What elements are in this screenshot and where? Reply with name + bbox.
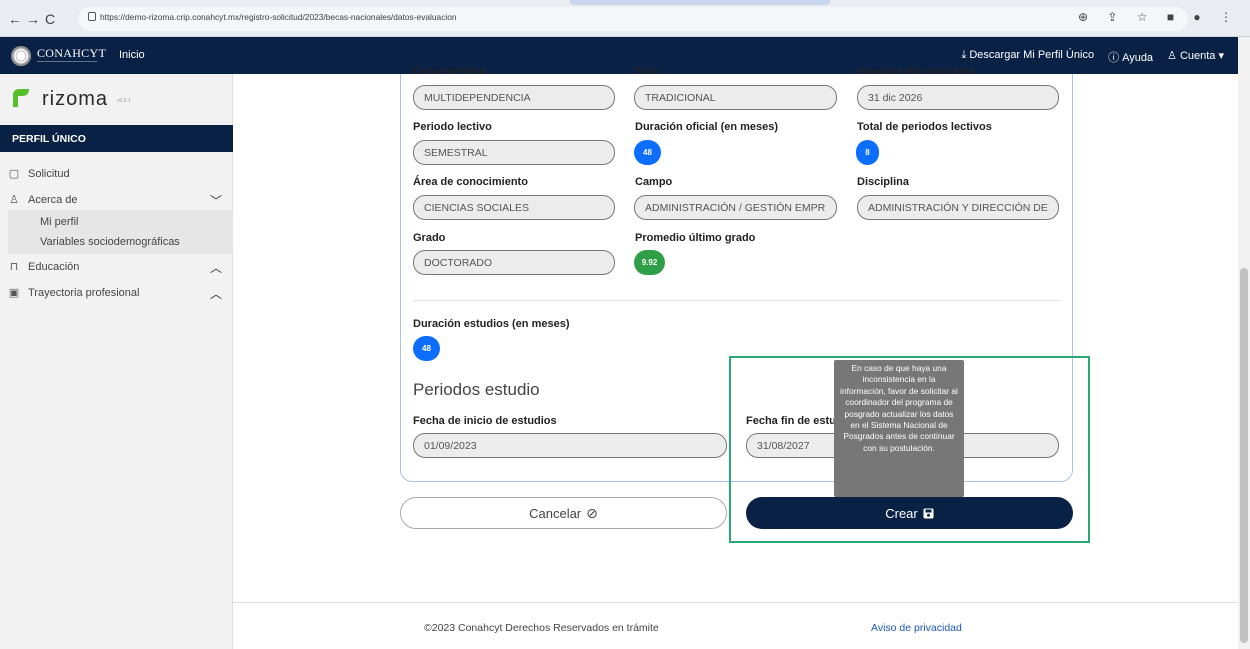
disciplina-field[interactable]: ADMINISTRACIÓN Y DIRECCIÓN DE [857, 195, 1059, 220]
forward-icon[interactable]: → [26, 11, 40, 27]
periodos-estudio-heading: Periodos estudio [413, 380, 540, 399]
rizoma-logo-text: rizoma [42, 88, 109, 110]
active-tab-indicator [570, 0, 830, 5]
prohibited-icon: ⊘ [586, 504, 598, 521]
account-label: Cuenta [1179, 50, 1216, 62]
nav-right-group: ⤓ Descargar Mi Perfil Único ⓘ Ayuda ♙ Cuent… [961, 49, 1224, 65]
tipo-field[interactable]: TRADICIONAL [634, 85, 837, 110]
sidebar-item-label: Solicitud [28, 167, 70, 180]
cancel-button[interactable]: Cancelar ⊘ [400, 497, 727, 529]
chevron-up-icon[interactable]: ︿ [210, 259, 222, 276]
scrollbar-thumb[interactable] [1240, 268, 1248, 643]
sidebar-section-title: PERFIL ÚNICO [0, 125, 233, 152]
sidebar-item-acerca-de[interactable]: ♙ Acerca de [8, 193, 78, 207]
area-label: Área de conocimiento [413, 176, 528, 188]
caracteristica-field[interactable]: MULTIDEPENDENCIA [413, 85, 615, 110]
privacy-link[interactable]: Aviso de privacidad [871, 622, 962, 634]
account-menu[interactable]: ♙ Cuenta ▾ [1167, 49, 1224, 65]
brand-subline [37, 61, 97, 64]
periodo-label: Periodo lectivo [413, 121, 492, 133]
sidebar-item-solicitud[interactable]: ▢ Solicitud [8, 167, 70, 181]
conahcyt-seal-icon[interactable] [11, 46, 31, 66]
duracion-estudios-label: Duración estudios (en meses) [413, 318, 570, 330]
cancel-label: Cancelar [529, 505, 582, 521]
download-profile-link[interactable]: ⤓ Descargar Mi Perfil Único [961, 49, 1094, 65]
person-icon: ♙ [9, 194, 19, 206]
campo-field[interactable]: ADMINISTRACIÓN / GESTIÓN EMPR [634, 195, 837, 220]
nav-home-link[interactable]: Inicio [119, 49, 145, 61]
duracion-oficial-badge: 48 [634, 140, 661, 165]
total-periodos-badge: 8 [856, 140, 879, 165]
chevron-up-icon[interactable]: ︿ [210, 285, 222, 302]
sidebar-item-label: Educación [28, 260, 80, 273]
sidebar-item-label: Acerca de [28, 193, 78, 206]
brand-name[interactable]: CONAHCYT [37, 46, 106, 61]
footer-divider [233, 602, 1238, 603]
browser-toolbar: ← → C https://demo-rizoma.crip.conahcyt.… [0, 0, 1250, 37]
promedio-badge: 9.92 [634, 250, 665, 275]
sidebar [0, 74, 233, 649]
help-link[interactable]: ⓘ Ayuda [1108, 49, 1153, 65]
campo-label: Campo [635, 176, 673, 188]
chevron-down-icon[interactable]: ﹀ [210, 192, 222, 209]
sidebar-item-label: Trayectoria profesional [28, 286, 140, 299]
grado-field[interactable]: DOCTORADO [413, 250, 615, 275]
rizoma-logo-icon [13, 89, 29, 107]
top-navbar: CONAHCYT Inicio ⤓ Descargar Mi Perfil Úni… [0, 37, 1238, 74]
browser-action-icons[interactable]: ⊕ ⇪ ☆ ■ ● ⋮ [1078, 10, 1240, 24]
document-icon: ▢ [8, 168, 20, 180]
back-icon[interactable]: ← [8, 11, 22, 27]
footer-copyright: ©2023 Conahcyt Derechos Reservados en tr… [424, 622, 659, 634]
help-icon: ⓘ [1108, 52, 1120, 64]
sidebar-subitem-mi-perfil[interactable]: Mi perfil [40, 216, 79, 228]
badge-icon: ▣ [8, 287, 20, 299]
periodo-field[interactable]: SEMESTRAL [413, 140, 615, 165]
section-divider [413, 300, 1060, 301]
fecha-inicio-field[interactable]: 01/09/2023 [413, 433, 727, 458]
area-field[interactable]: CIENCIAS SOCIALES [413, 195, 615, 220]
lock-icon [88, 12, 96, 21]
inconsistency-tooltip: En caso de que haya una inconsistencia e… [834, 360, 964, 497]
download-profile-label: Descargar Mi Perfil Único [969, 49, 1095, 61]
download-icon: ⤓ [961, 49, 967, 61]
total-periodos-label: Total de periodos lectivos [857, 121, 992, 133]
disciplina-label: Disciplina [857, 176, 909, 188]
rizoma-version: v0.0.1 [117, 98, 131, 104]
user-icon: ♙ [1167, 50, 1177, 62]
help-label: Ayuda [1122, 52, 1154, 64]
book-icon: ⊓ [9, 261, 19, 273]
reload-icon[interactable]: C [45, 11, 55, 27]
url-text: https://demo-rizoma.crip.conahcyt.mx/reg… [100, 12, 457, 22]
duracion-oficial-label: Duración oficial (en meses) [635, 121, 779, 133]
tipo-label: Tipo [635, 66, 659, 74]
duracion-estudios-badge: 48 [413, 336, 440, 361]
sidebar-subitem-variables[interactable]: Variables sociodemográficas [40, 236, 180, 248]
caracteristica-label: Característica [413, 66, 486, 74]
grado-label: Grado [413, 232, 446, 244]
sidebar-item-trayectoria[interactable]: ▣ Trayectoria profesional [8, 286, 140, 300]
promedio-label: Promedio último grado [635, 232, 756, 244]
sidebar-item-educacion[interactable]: ⊓ Educación [8, 260, 80, 274]
vigencia-field[interactable]: 31 dic 2026 [857, 85, 1059, 110]
vigencia-label: Vigencia del programa [857, 66, 975, 74]
fecha-inicio-label: Fecha de inicio de estudios [413, 415, 557, 427]
